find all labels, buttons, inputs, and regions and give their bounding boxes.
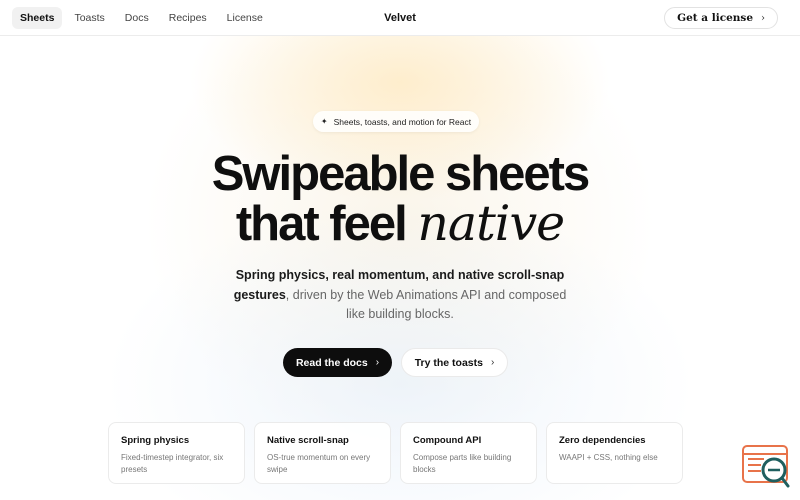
sparkle-icon: ✦ [320, 117, 328, 126]
feature-desc: Compose parts like building blocks [413, 453, 512, 474]
tagline-pill: ✦ Sheets, toasts, and motion for React [313, 111, 479, 132]
nav-link-docs[interactable]: Docs [117, 7, 157, 29]
chevron-right-icon: › [761, 12, 765, 24]
headline-line-2: that feel native [0, 199, 800, 249]
feature-title: Native scroll-snap [267, 435, 349, 446]
feature-title: Zero dependencies [559, 435, 646, 446]
nav-link-license[interactable]: License [219, 7, 271, 29]
read-docs-label: Read the docs [295, 356, 368, 369]
brand-logo[interactable]: Velvet [384, 12, 416, 24]
chat-support-widget[interactable] [741, 445, 791, 489]
try-toasts-label: Try the toasts [414, 356, 483, 369]
feature-desc: WAAPI + CSS, nothing else [559, 453, 658, 462]
nav-link-recipes[interactable]: Recipes [161, 7, 215, 29]
chevron-right-icon: › [375, 357, 380, 368]
hero-headline: Swipeable sheets that feel native [0, 150, 800, 249]
feature-title: Compound API [413, 435, 482, 446]
feature-card-spring-physics: Spring physics Fixed-timestep integrator… [108, 422, 245, 484]
headline-native-word: native [417, 195, 565, 252]
top-nav: Sheets Toasts Docs Recipes License Velve… [0, 0, 800, 36]
subcopy-rest: , driven by the Web Animations API and c… [285, 287, 567, 322]
get-license-button[interactable]: Get a license › [664, 7, 778, 29]
read-docs-button[interactable]: Read the docs › [283, 348, 392, 377]
headline-line-1: Swipeable sheets [211, 147, 591, 201]
hero-subcopy: Spring physics, real momentum, and nativ… [230, 266, 570, 325]
chevron-right-icon: › [490, 357, 495, 368]
feature-card-native-scroll-snap: Native scroll-snap OS-true momentum on e… [254, 422, 391, 484]
feature-cards: Spring physics Fixed-timestep integrator… [108, 422, 684, 484]
get-license-label: Get a license [677, 12, 753, 24]
feature-card-zero-dependencies: Zero dependencies WAAPI + CSS, nothing e… [546, 422, 683, 484]
chat-support-icon [742, 445, 790, 488]
feature-card-compound-api: Compound API Compose parts like building… [400, 422, 537, 484]
try-toasts-button[interactable]: Try the toasts › [401, 348, 508, 377]
nav-link-toasts[interactable]: Toasts [66, 7, 112, 29]
headline-line-2-text: that feel [235, 197, 408, 251]
feature-title: Spring physics [121, 435, 190, 446]
tagline-text: Sheets, toasts, and motion for React [333, 116, 472, 127]
nav-links: Sheets Toasts Docs Recipes License [12, 6, 271, 29]
feature-desc: Fixed-timestep integrator, six presets [121, 453, 224, 474]
nav-link-sheets[interactable]: Sheets [12, 6, 63, 29]
feature-desc: OS-true momentum on every swipe [267, 453, 371, 474]
